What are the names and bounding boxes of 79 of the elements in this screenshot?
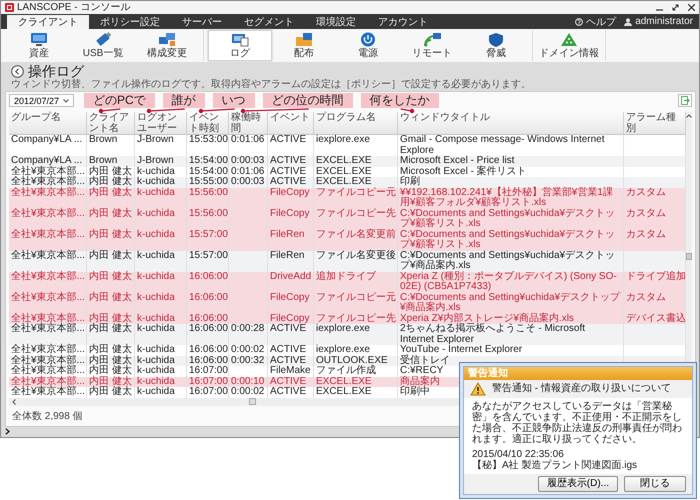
column-header[interactable]: イベント時刻 <box>187 112 229 135</box>
callout-label: どのPCで <box>84 93 155 108</box>
table-row[interactable]: 全社¥東京本部... 内田 健太 k-uchida 16:06:00 DriveAdd 追加ドライブ Xperia Z (種別：ポータブルデバイス) (Sony SO-02E) (CB5A1P7433) ドライブ追加 <box>9 272 686 292</box>
window-title: LANSCOPE - コンソール <box>17 1 132 14</box>
leader-line <box>146 108 185 114</box>
leader-line <box>240 108 309 114</box>
column-header[interactable]: グループ名 <box>9 112 87 135</box>
column-header[interactable]: クライアント名 <box>87 112 135 135</box>
table-row[interactable]: Company¥LA ... Brown J-Brown 15:53:00 0:01:06 ACTIVE iexplore.exe Gmail - Compose message- Windows Internet Explore <box>9 135 686 156</box>
toolbar-button[interactable]: ドメイン情報 <box>537 30 601 61</box>
toolbar-button[interactable]: ログ <box>208 30 272 61</box>
tab[interactable]: 環境設定 <box>305 15 367 29</box>
triangle-icon <box>560 32 578 47</box>
toolbar-button[interactable]: 配布 <box>272 30 336 61</box>
column-header[interactable]: ログオンユーザー <box>135 112 187 135</box>
column-header[interactable]: プログラム名 <box>314 112 398 135</box>
column-header[interactable]: 稼働時間 <box>229 112 268 135</box>
dialog-button[interactable]: 閉じる <box>624 476 686 492</box>
scroll-up-icon[interactable] <box>686 114 692 118</box>
toolbar-button[interactable]: 脅威 <box>464 30 528 61</box>
shield-icon <box>487 32 505 47</box>
table-row[interactable]: Company¥LA ... Brown J-Brown 15:54:00 0:00:03 ACTIVE EXCEL.EXE Microsoft Excel - Price list <box>9 156 686 166</box>
user-menu[interactable]: administrator <box>624 16 693 27</box>
export-icon <box>680 96 690 105</box>
table-row[interactable]: 全社¥東京本部... 内田 健太 k-uchida 16:06:00 FileCopy ファイルコピー先 Xperia Z¥内部ストレージ¥商品案内.xls デバイス書込 <box>9 314 686 324</box>
table-row[interactable]: 全社¥東京本部... 内田 健太 k-uchida 16:06:00 0:00:02 ACTIVE iexplore.exe YouTube - Internet Explorer <box>9 345 686 356</box>
date-dropdown[interactable]: 2012/07/27 <box>9 94 74 107</box>
tab[interactable]: セグメント <box>233 15 305 29</box>
callout-label: 何をしたか <box>360 93 439 108</box>
dialog-title: 警告通知 <box>464 367 692 380</box>
power-icon <box>359 32 377 47</box>
tab[interactable]: アカウント <box>367 15 439 29</box>
callout-label: どの位の時間 <box>262 93 353 108</box>
page-title: 操作ログ <box>28 64 84 79</box>
callout-label: いつ <box>212 93 255 108</box>
log-icon <box>231 32 249 47</box>
monitors-icon <box>158 32 176 47</box>
monitor-icon <box>30 32 48 47</box>
tab[interactable]: クライアント <box>7 15 89 29</box>
toolbar-button[interactable]: 資産 <box>7 30 71 61</box>
warning-icon <box>470 382 486 396</box>
toolbar-button[interactable]: 構成変更 <box>135 30 199 61</box>
dialog-message: あなたがアクセスしているデータは「営業秘密」を含んでいます。不正使用・不正開示をした場合、不正競争防止法違反の刑事責任が問われます。適正に取り扱ってください。 <box>472 401 683 445</box>
table-row[interactable]: 全社¥東京本部... 内田 健太 k-uchida 15:54:00 0:01:06 ACTIVE EXCEL.EXE Microsoft Excel - 案件リスト <box>9 166 686 177</box>
leader-line <box>400 108 414 114</box>
total-count: 全体数 2,998 個 <box>11 410 84 422</box>
timestamp: 2015/04/10 22:35:06 <box>472 449 565 460</box>
column-header[interactable]: ウィンドウタイトル <box>398 112 624 135</box>
toolbar-button[interactable]: 電源 <box>336 30 400 61</box>
export-button[interactable] <box>678 94 692 107</box>
leader-line <box>98 108 120 114</box>
column-header[interactable]: アラーム種別 <box>624 112 686 135</box>
column-header[interactable]: イベント <box>268 112 314 135</box>
toolbar-button[interactable]: USB一覧 <box>71 30 135 61</box>
folder-icon <box>295 32 313 47</box>
scroll-thumb[interactable] <box>686 253 692 260</box>
close-icon[interactable] <box>688 4 695 11</box>
dialog-button[interactable]: 履歴表示(D)... <box>538 476 618 492</box>
help-icon <box>575 18 584 26</box>
help-link[interactable]: ヘルプ <box>575 14 616 28</box>
table-row[interactable]: 全社¥東京本部... 内田 健太 k-uchida 15:57:00 FileRen ファイル名変更後 C:¥Documents and Settings¥uchida¥デスクトップ¥商品案内.xls <box>9 250 686 272</box>
file-name: 【秘】A社 製造プラント関連図面.igs <box>472 460 638 471</box>
user-icon <box>624 18 632 26</box>
leader-line <box>198 108 235 114</box>
caret-icon <box>63 98 70 102</box>
back-icon[interactable] <box>11 65 24 78</box>
scroll-left-icon[interactable] <box>12 398 16 404</box>
tab[interactable]: サーバー <box>171 15 233 29</box>
maximize-icon[interactable] <box>672 4 679 11</box>
page-description: ウィンドウ切替、ファイル操作のログです。取得内容やアラームの設定は［ポリシー］で設定する必要があります。 <box>10 79 532 90</box>
callout-label: 誰が <box>162 93 205 108</box>
chevron-icon[interactable] <box>5 428 10 435</box>
table-row[interactable]: 全社¥東京本部... 内田 健太 k-uchida 15:57:00 FileRen ファイル名変更前 C:¥Documents and Settings¥uchida¥デスクトップ¥顧客リスト.xls カスタム <box>9 230 686 250</box>
table-row[interactable]: 全社¥東京本部... 内田 健太 k-uchida 15:55:00 0:00:03 ACTIVE EXCEL.EXE 印刷 <box>9 177 686 188</box>
table-row[interactable]: 全社¥東京本部... 内田 健太 k-uchida 15:56:00 FileCopy ファイルコピー先 C:¥Documents and Settings¥uchida¥デスクトップ¥顧客リスト.xls カスタム <box>9 208 686 230</box>
table-row[interactable]: 全社¥東京本部... 内田 健太 k-uchida 15:56:00 FileCopy ファイルコピー元 ¥¥192.168.102.241¥【社外秘】営業部¥営業1課用¥顧客フォルダ¥顧客リスト.xls カスタム <box>9 188 686 208</box>
tab[interactable]: ポリシー設定 <box>89 15 171 29</box>
toolbar-button[interactable]: リモート <box>400 30 464 61</box>
table-row[interactable]: 全社¥東京本部... 内田 健太 k-uchida 16:06:00 FileCopy ファイルコピー元 C:¥Documents and Setting¥uchida¥デスクトップ¥商品案内.xls カスタム <box>9 292 686 314</box>
